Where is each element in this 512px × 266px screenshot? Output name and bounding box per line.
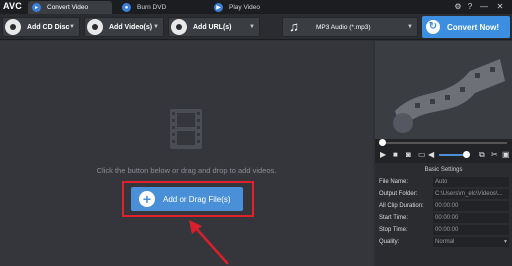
add-video-button[interactable]: Add Video(s) ▼ [84,17,164,37]
tab-label: Play Video [229,4,260,11]
tab-burn-dvd[interactable]: ● Burn DVD [118,1,202,14]
chevron-down-icon[interactable]: ▼ [69,24,75,30]
start-time-field[interactable]: 00:00:00 [433,213,509,223]
disc-icon: ● [122,3,131,12]
convert-now-button[interactable]: ↻ Convert Now! [422,16,510,38]
plus-icon: + [139,191,155,207]
setting-label: Stop Time: [379,227,408,233]
volume-icon[interactable]: ◀ [428,150,434,159]
film-reel-graphic [375,41,512,139]
chevron-down-icon[interactable]: ▼ [503,237,508,248]
add-url-button[interactable]: Add URL(s) ▼ [168,17,260,37]
add-video-label: Add Video(s) [109,23,153,31]
tab-play-video[interactable]: ▶ Play Video [210,1,294,14]
music-note-icon: ♫ [289,19,299,34]
seek-handle[interactable] [379,139,386,146]
add-files-label: Add or Drag File(s) [163,194,231,204]
refresh-icon: ↻ [426,20,440,34]
quality-select[interactable]: Normal [433,237,509,247]
stop-icon[interactable]: ■ [393,150,398,159]
tab-label: Burn DVD [137,4,167,11]
setting-row-quality: Quality: Normal ▼ [375,237,512,248]
setting-row-start-time: Start Time: 00:00:00 [375,213,512,224]
volume-slider[interactable] [439,151,470,158]
minimize-icon[interactable]: — [479,2,489,12]
setting-label: All Clip Duration: [379,203,424,209]
player-controls: ▶ ■ ◙ ▭ ◀ ⧉ ✂ ▣ [375,139,512,163]
globe-icon [171,19,187,35]
convert-label: Convert Now! [447,22,499,32]
cd-icon [5,19,21,35]
video-preview [375,41,512,139]
chevron-down-icon[interactable]: ▼ [153,24,159,30]
add-cd-disc-button[interactable]: Add CD Disc ▼ [2,17,80,37]
add-or-drag-files-button[interactable]: + Add or Drag File(s) [131,187,243,211]
add-url-label: Add URL(s) [193,23,232,31]
tab-convert-video[interactable]: ▸ Convert Video [28,1,112,14]
setting-label: File Name: [379,179,409,185]
setting-label: Output Folder: [379,191,418,197]
help-icon[interactable]: ? [465,2,475,12]
duration-field: 00:00:00 [433,201,509,211]
scissors-icon[interactable]: ✂ [491,150,498,159]
setting-row-file-name: File Name: Auto [375,177,512,188]
convert-icon: ▸ [32,3,41,12]
setting-label: Quality: [379,239,400,245]
film-reel-icon [87,19,103,35]
annotation-arrow [189,220,229,265]
title-bar: AVC ▸ Convert Video ● Burn DVD ▶ Play Vi… [0,0,512,14]
stop-time-field[interactable]: 00:00:00 [433,225,509,235]
toolbar: Add CD Disc ▼ Add Video(s) ▼ Add URL(s) … [0,14,512,40]
setting-row-duration: All Clip Duration: 00:00:00 [375,201,512,212]
setting-row-stop-time: Stop Time: 00:00:00 [375,225,512,236]
volume-handle[interactable] [463,151,470,158]
camera-icon[interactable]: ◙ [406,150,411,159]
basic-settings-header: Basic Settings [424,167,463,173]
seek-bar[interactable] [379,139,507,146]
output-format-value: MP3 Audio (*.mp3) [316,23,371,31]
drop-hint-text: Click the button below or drag and drop … [96,166,277,175]
play-icon: ▶ [214,3,223,12]
chevron-down-icon[interactable]: ▼ [407,24,413,30]
right-panel: ▶ ■ ◙ ▭ ◀ ⧉ ✂ ▣ Basic Settings File Name… [375,41,512,266]
setting-label: Start Time: [379,215,409,221]
app-window: AVC ▸ Convert Video ● Burn DVD ▶ Play Vi… [0,0,512,266]
gear-icon[interactable]: ⚙ [453,2,463,12]
output-folder-field[interactable]: C:\Users\m_elc\Videos\... [433,189,509,199]
close-icon[interactable]: ✕ [495,2,505,12]
file-name-field[interactable]: Auto [433,177,509,187]
link-icon[interactable]: ⧉ [479,150,485,160]
output-format-select[interactable]: ♫ MP3 Audio (*.mp3) ▼ [282,17,418,37]
add-cd-label: Add CD Disc [27,23,70,31]
setting-row-output-folder: Output Folder: C:\Users\m_elc\Videos\... [375,189,512,200]
tab-label: Convert Video [47,4,89,11]
play-icon[interactable]: ▶ [380,150,386,159]
chevron-down-icon[interactable]: ▼ [249,24,255,30]
film-strip-icon [170,109,202,149]
folder-icon[interactable]: ▭ [418,150,426,159]
effects-icon[interactable]: ▣ [502,150,510,159]
app-logo: AVC [3,1,22,11]
